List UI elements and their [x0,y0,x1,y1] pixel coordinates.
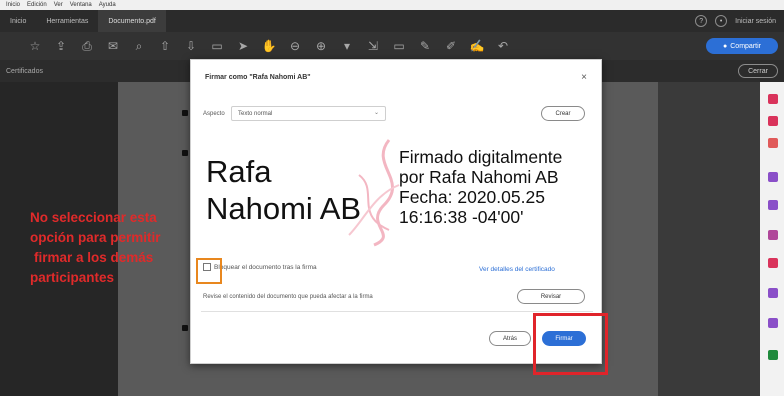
review-text: Revise el contenido del documento que pu… [203,294,373,300]
arrow-down-icon[interactable]: ⇩ [184,39,198,53]
protect-icon[interactable] [768,258,778,268]
lock-label: Bloquear el documento tras la firma [214,263,317,271]
divider [201,311,593,312]
menu-item-ver[interactable]: Ver [54,2,63,8]
certificates-label: Certificados [6,67,43,75]
organize-icon[interactable] [768,230,778,240]
comment-tool-icon[interactable] [768,172,778,182]
user-icon: ● [723,42,728,50]
certificates-tool-icon[interactable] [768,350,778,360]
share-label: Compartir [730,42,761,50]
tab-bar: Inicio Herramientas Documento.pdf ? • In… [0,10,784,32]
tab-document[interactable]: Documento.pdf [98,10,166,32]
dialog-title: Firmar como "Rafa Nahomi AB" [205,74,311,81]
sign-button-highlight-box [533,313,608,375]
main-toolbar: ☆ ⇪ ⎙ ✉ ⌕ ⇧ ⇩ ▭ ➤ ✋ ⊖ ⊕ ▾ ⇲ ▭ ✎ ✐ ✍ ↶ [0,32,784,60]
instruction-annotation: No seleccionar esta opción para permitir… [30,208,161,288]
cursor-icon[interactable]: ➤ [236,39,250,53]
star-icon[interactable]: ☆ [28,39,42,53]
share-button[interactable]: ● Compartir [706,38,778,54]
bell-icon[interactable]: • [715,15,728,27]
bullet-icon [182,150,188,156]
fit-icon[interactable]: ⇲ [366,39,380,53]
search-icon[interactable]: ⌕ [132,39,146,53]
comment-icon[interactable]: ▭ [392,39,406,53]
menu-item-edicion[interactable]: Edición [27,2,47,8]
aspect-value: Texto normal [238,110,273,117]
fill-sign-icon[interactable] [768,200,778,210]
create-pdf-icon[interactable] [768,138,778,148]
signature-name: Rafa Nahomi AB [206,153,361,227]
annotation-line: opción para permitir [30,230,161,245]
review-button[interactable]: Revisar [517,289,585,304]
menu-item-inicio[interactable]: Inicio [6,2,20,8]
chevron-down-icon: ⌄ [373,110,379,116]
page-indicator[interactable]: ▭ [210,39,224,53]
signature-detail-line: Firmado digitalmente [399,147,563,167]
annotation-line: participantes [30,270,115,285]
tab-herramientas[interactable]: Herramientas [36,10,98,32]
signature-detail-line: 16:16:38 -04'00' [399,207,524,227]
aspect-select[interactable]: Texto normal ⌄ [231,106,386,121]
signature-name-line: Rafa [206,154,272,189]
question-icon[interactable]: ? [695,15,708,27]
signin-link[interactable]: Iniciar sesión [735,18,776,25]
arrow-up-icon[interactable]: ⇧ [158,39,172,53]
edit-pdf-icon[interactable] [768,116,778,126]
hand-icon[interactable]: ✋ [262,39,277,53]
menu-item-ventana[interactable]: Ventana [70,2,92,8]
close-tool-button[interactable]: Cerrar [738,64,778,78]
highlight-icon[interactable]: ✐ [444,39,458,53]
close-icon[interactable]: × [581,72,587,83]
annotation-line: firmar a los demás [34,250,154,265]
right-tools-panel [760,82,784,396]
mail-icon[interactable]: ✉ [106,39,120,53]
prepare-form-icon[interactable] [768,318,778,328]
signature-preview: Rafa Nahomi AB Firmado digitalmente por … [201,135,593,247]
compress-icon[interactable] [768,288,778,298]
back-button[interactable]: Atrás [489,331,531,346]
create-button[interactable]: Crear [541,106,585,121]
certificate-details-link[interactable]: Ver detalles del certificado [479,266,555,273]
bullet-icon [182,325,188,331]
menu-bar: Inicio Edición Ver Ventana Ayuda [0,0,784,10]
zoom-dropdown[interactable]: ▾ [340,39,354,53]
menu-item-ayuda[interactable]: Ayuda [99,2,116,8]
zoom-out-icon[interactable]: ⊖ [288,39,302,53]
export-pdf-icon[interactable] [768,94,778,104]
sign-icon[interactable]: ✍ [470,39,485,53]
aspect-label: Aspecto [203,111,225,117]
pen-icon[interactable]: ✎ [418,39,432,53]
signature-detail-line: Fecha: 2020.05.25 [399,187,545,207]
zoom-in-icon[interactable]: ⊕ [314,39,328,53]
undo-icon[interactable]: ↶ [496,39,510,53]
signature-detail-line: por Rafa Nahomi AB [399,167,559,187]
signature-details: Firmado digitalmente por Rafa Nahomi AB … [399,147,562,227]
checkbox-highlight-box [196,258,222,284]
tab-inicio[interactable]: Inicio [0,10,36,32]
signature-name-line: Nahomi AB [206,191,362,226]
print-icon[interactable]: ⎙ [80,39,94,53]
upload-icon[interactable]: ⇪ [54,39,68,53]
bullet-icon [182,110,188,116]
annotation-line: No seleccionar esta [30,210,157,225]
